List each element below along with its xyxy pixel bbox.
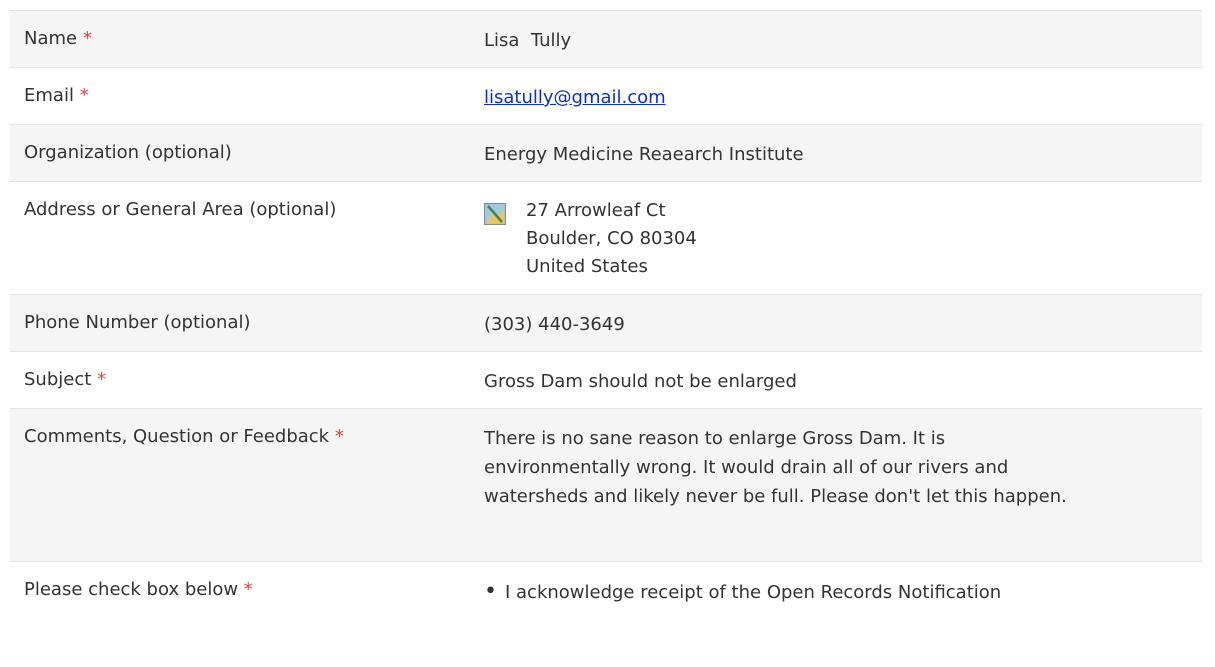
required-marker: *: [334, 426, 344, 447]
comments-label: Comments, Question or Feedback *: [24, 426, 344, 447]
required-marker: *: [79, 85, 89, 106]
row-name: Name * Lisa Tully: [10, 10, 1202, 67]
phone-value: (303) 440-3649: [484, 314, 625, 335]
name-label: Name *: [24, 28, 92, 49]
name-value: Lisa Tully: [484, 30, 572, 51]
comments-value: There is no sane reason to enlarge Gross…: [484, 428, 1067, 507]
row-comments: Comments, Question or Feedback * There i…: [10, 408, 1202, 561]
required-marker: *: [82, 28, 92, 49]
row-subject: Subject * Gross Dam should not be enlarg…: [10, 351, 1202, 408]
email-label: Email *: [24, 85, 89, 106]
map-icon[interactable]: [484, 203, 506, 225]
address-line-2: Boulder, CO 80304: [526, 228, 697, 249]
subject-value: Gross Dam should not be enlarged: [484, 371, 797, 392]
organization-value: Energy Medicine Reaearch Institute: [484, 144, 804, 165]
email-link[interactable]: lisatully@gmail.com: [484, 87, 666, 108]
submission-table: Name * Lisa Tully Email * lisatully@gmai…: [10, 10, 1202, 621]
acknowledgement-item: I acknowledge receipt of the Open Record…: [484, 577, 1202, 607]
address-label: Address or General Area (optional): [24, 199, 337, 220]
address-line-1: 27 Arrowleaf Ct: [526, 200, 666, 221]
row-address: Address or General Area (optional) 27 Ar…: [10, 181, 1202, 294]
row-acknowledgement: Please check box below * I acknowledge r…: [10, 561, 1202, 621]
phone-label: Phone Number (optional): [24, 312, 251, 333]
acknowledgement-list: I acknowledge receipt of the Open Record…: [484, 577, 1202, 607]
row-phone: Phone Number (optional) (303) 440-3649: [10, 294, 1202, 351]
row-email: Email * lisatully@gmail.com: [10, 67, 1202, 124]
required-marker: *: [243, 579, 253, 600]
address-value: 27 Arrowleaf Ct Boulder, CO 80304 United…: [526, 197, 697, 281]
required-marker: *: [97, 369, 107, 390]
address-line-3: United States: [526, 256, 648, 277]
subject-label: Subject *: [24, 369, 107, 390]
organization-label: Organization (optional): [24, 142, 232, 163]
row-organization: Organization (optional) Energy Medicine …: [10, 124, 1202, 181]
acknowledgement-label: Please check box below *: [24, 579, 253, 600]
